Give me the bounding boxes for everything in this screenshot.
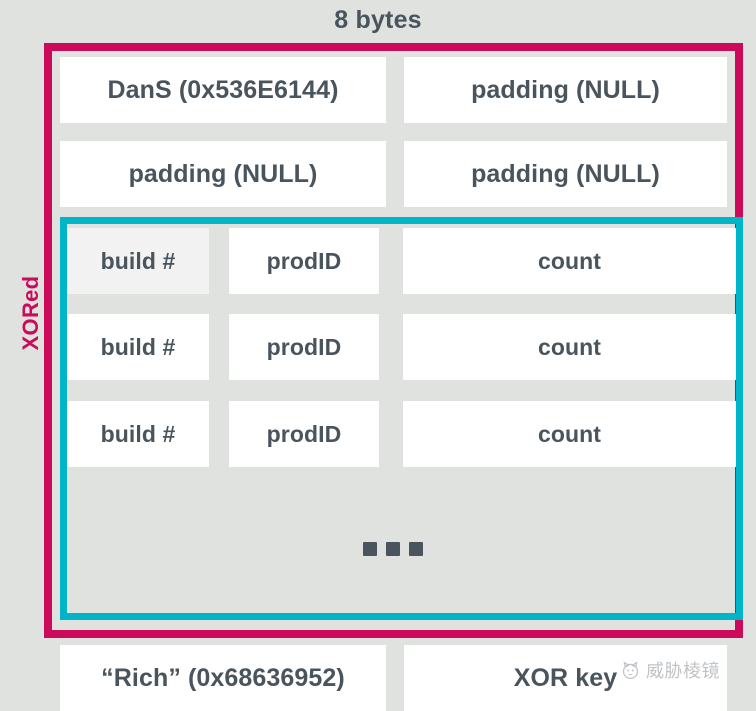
page-title: 8 bytes (334, 6, 422, 34)
entry-2-count: count (403, 314, 736, 380)
entry-3-prod-id: prodID (229, 401, 379, 467)
entry-1-build-number: build # (67, 228, 209, 294)
entry-2-build-number: build # (67, 314, 209, 380)
field-xor-key: XOR key (404, 645, 727, 711)
rich-header-diagram: 8 bytes XORed DanS (0x536E6144) padding … (0, 0, 756, 711)
entry-2-prod-id: prodID (229, 314, 379, 380)
entry-1-count: count (403, 228, 736, 294)
ellipsis-dot-3 (409, 542, 423, 556)
ellipsis-dot-2 (386, 542, 400, 556)
field-padding-3: padding (NULL) (404, 141, 727, 207)
field-padding-1: padding (NULL) (404, 57, 727, 123)
entry-3-build-number: build # (67, 401, 209, 467)
xored-side-label: XORed (18, 275, 43, 351)
entry-3-count: count (403, 401, 736, 467)
ellipsis-dot-1 (363, 542, 377, 556)
continuation-ellipsis-icon (363, 541, 423, 557)
field-dans-signature: DanS (0x536E6144) (60, 57, 386, 123)
field-rich-signature: “Rich” (0x68636952) (60, 645, 386, 711)
entry-1-prod-id: prodID (229, 228, 379, 294)
field-padding-2: padding (NULL) (60, 141, 386, 207)
